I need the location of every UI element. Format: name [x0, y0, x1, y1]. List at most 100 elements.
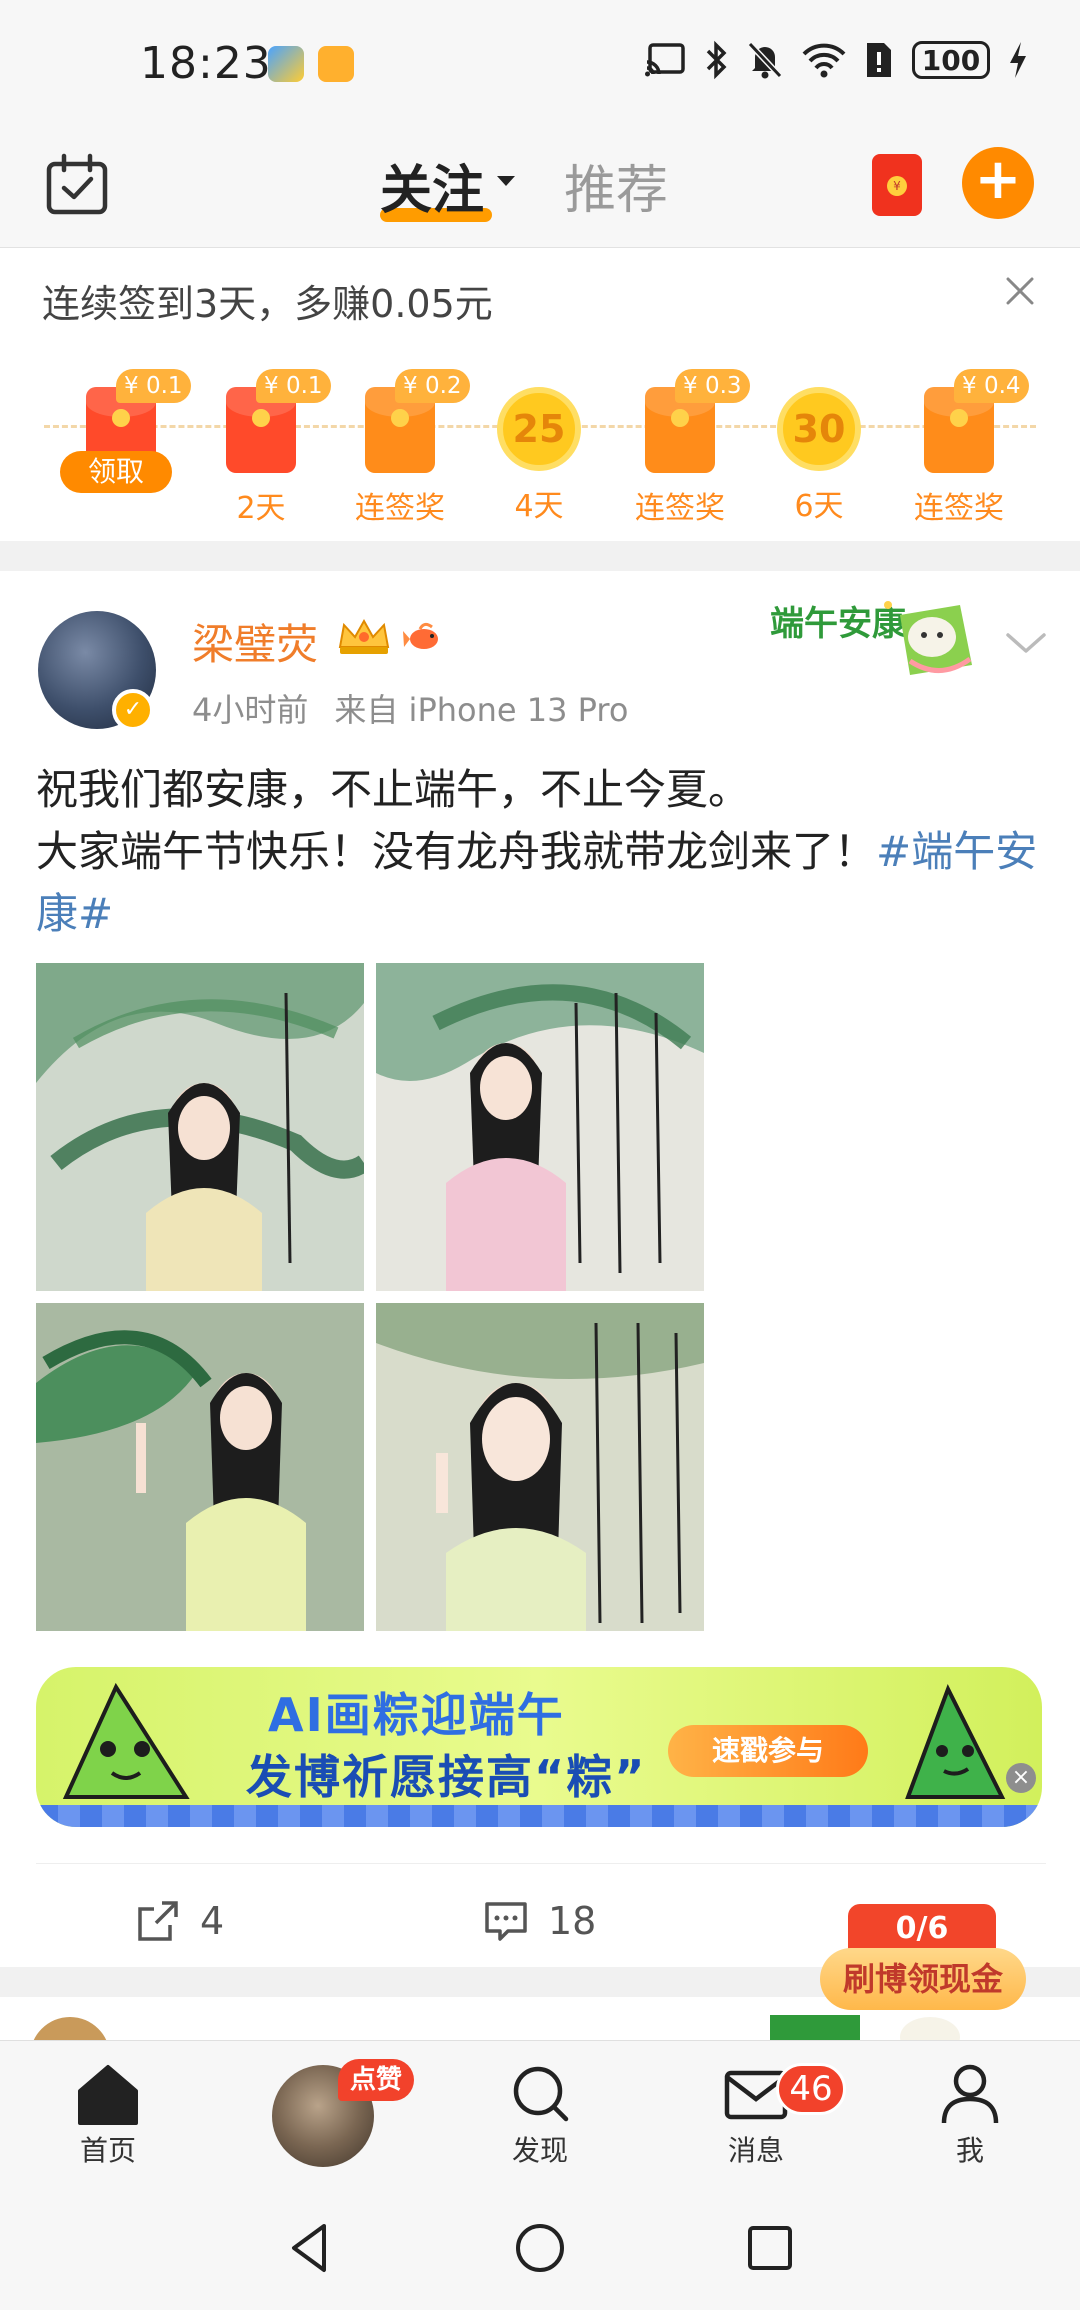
promo-title: AI画粽迎端午	[268, 1688, 565, 1742]
checkin-day-3[interactable]: ¥ 0.2 连签奖	[345, 369, 470, 527]
day-amount: ¥ 0.1	[256, 369, 331, 403]
red-packet-button[interactable]: ¥	[872, 154, 922, 216]
username[interactable]: 梁璧荧	[192, 611, 318, 672]
home-circle-icon[interactable]	[512, 2220, 568, 2276]
action-divider	[36, 1863, 1046, 1864]
top-nav: 关注 推荐 ¥ +	[0, 128, 1080, 248]
comment-button[interactable]: 18	[482, 1891, 596, 1951]
caret-down-icon[interactable]	[497, 176, 515, 186]
tab-follow[interactable]: 关注	[380, 148, 484, 223]
tab-discover-label: 发现	[511, 2134, 568, 2167]
day-label: 4天	[514, 489, 564, 524]
bluetooth-icon	[706, 40, 727, 80]
tab-recommend[interactable]: 推荐	[564, 148, 668, 223]
image-grid	[36, 963, 704, 1631]
close-icon[interactable]: ×	[1006, 1763, 1036, 1793]
back-icon[interactable]	[282, 2220, 338, 2276]
checkin-card: 连续签到3天，多赚0.05元 ¥ 0.1 领取 ¥ 0.1 2天 ¥ 0.2 连…	[0, 249, 1080, 541]
post-source[interactable]: 来自 iPhone 13 Pro	[334, 691, 628, 729]
post-text: 祝我们都安康，不止端午，不止今夏。 大家端午节快乐！没有龙舟我就带龙剑来了！#端…	[36, 759, 1046, 945]
gold-coin-icon: 25	[497, 387, 581, 471]
vip-crown-icon	[338, 618, 390, 654]
day-label: 连签奖	[635, 491, 725, 526]
day-amount: ¥ 0.3	[675, 369, 750, 403]
post-photo-1[interactable]	[36, 963, 364, 1291]
search-icon	[513, 2066, 569, 2122]
koi-badge-icon	[403, 622, 438, 649]
festival-badge-text: 端午安康	[770, 604, 906, 644]
promo-stripe	[36, 1805, 1042, 1827]
post-text-line-2-body: 大家端午节快乐！没有龙舟我就带龙剑来了！	[36, 827, 877, 876]
mute-bell-icon	[747, 41, 783, 79]
day-label: 连签奖	[914, 491, 1004, 526]
tab-follow-label: 关注	[380, 161, 485, 221]
reward-progress: 0/6	[848, 1904, 996, 1954]
post-photo-3[interactable]	[36, 1303, 364, 1631]
gold-coin-icon: 30	[777, 387, 861, 471]
add-post-button[interactable]: +	[962, 147, 1034, 219]
post-meta: 4小时前 来自 iPhone 13 Pro	[192, 685, 628, 731]
post-photo-2[interactable]	[376, 963, 704, 1291]
comment-count: 18	[548, 1899, 597, 1943]
post-text-line-2: 大家端午节快乐！没有龙舟我就带龙剑来了！#端午安康#	[36, 821, 1046, 945]
checkin-day-1[interactable]: ¥ 0.1 领取	[60, 369, 191, 493]
weibo-app-icon	[318, 46, 354, 82]
feed-post[interactable]: ✓ 梁璧荧 4小时前 来自 iPhone 13 Pro 端午安康 祝我们都安康，不…	[0, 571, 1080, 1967]
calendar-check-icon[interactable]	[44, 152, 110, 218]
day-amount: ¥ 0.4	[954, 369, 1029, 403]
reward-label: 刷博领现金	[820, 1948, 1026, 2010]
share-icon	[138, 1901, 178, 1941]
bottom-tab-bar: 首页 点赞 发现 消息 46 我	[0, 2040, 1080, 2190]
tab-me[interactable]: 我	[910, 2063, 1030, 2169]
post-photo-4[interactable]	[376, 1303, 704, 1631]
tab-messages-label: 消息	[727, 2134, 784, 2167]
post-text-line-1: 祝我们都安康，不止端午，不止今夏。	[36, 765, 751, 814]
wifi-icon	[802, 43, 846, 78]
cast-icon	[645, 43, 685, 77]
checkin-day-5[interactable]: ¥ 0.3 连签奖	[625, 369, 750, 527]
day-label: 2天	[236, 491, 286, 526]
battery-level: 100	[921, 43, 981, 77]
promo-banner[interactable]: AI画粽迎端午 发博祈愿接高“粽” 速戳参与 ×	[36, 1667, 1042, 1827]
close-icon[interactable]	[1000, 271, 1040, 311]
sim-alert-icon	[867, 43, 891, 77]
chevron-down-icon[interactable]	[1004, 627, 1048, 657]
repost-button[interactable]: 4	[134, 1891, 224, 1951]
feed-separator	[0, 541, 1080, 571]
tab-home[interactable]: 首页	[48, 2063, 168, 2169]
charging-icon	[1010, 42, 1026, 78]
repost-count: 4	[200, 1899, 225, 1943]
tab-home-label: 首页	[79, 2134, 136, 2167]
day-label: 6天	[794, 489, 844, 524]
tab-me-label: 我	[955, 2134, 984, 2167]
comment-icon	[485, 1902, 527, 1941]
promo-subtitle: 发博祈愿接高“粽”	[246, 1750, 647, 1804]
status-icons: 100	[644, 40, 1028, 80]
weather-app-icon	[268, 46, 304, 82]
checkin-day-4[interactable]: 25 4天	[484, 369, 594, 525]
cash-reward-widget[interactable]: 0/6 刷博领现金	[820, 1904, 1026, 2022]
like-bubble: 点赞	[338, 2059, 415, 2101]
battery-indicator: 100	[912, 41, 990, 79]
message-badge: 46	[776, 2063, 846, 2115]
checkin-day-6[interactable]: 30 6天	[764, 369, 874, 525]
day-amount: ¥ 0.2	[395, 369, 470, 403]
recents-icon[interactable]	[742, 2220, 798, 2276]
promo-join-button[interactable]: 速戳参与	[668, 1725, 868, 1777]
tab-discover[interactable]: 发现	[480, 2063, 600, 2169]
zongzi-mascot-icon	[905, 1683, 1006, 1799]
dragon-boat-festival-badge: 端午安康	[770, 601, 972, 675]
claim-button[interactable]: 领取	[60, 451, 172, 493]
status-time: 18:23	[140, 38, 272, 89]
status-bar: 18:23 100	[0, 0, 1080, 128]
day-amount: ¥ 0.1	[116, 369, 191, 403]
checkin-day-7[interactable]: ¥ 0.4 连签奖	[904, 369, 1029, 527]
user-icon	[941, 2064, 999, 2124]
checkin-title: 连续签到3天，多赚0.05元	[42, 282, 493, 326]
system-nav-bar	[0, 2190, 1080, 2310]
post-time: 4小时前	[192, 691, 309, 729]
checkin-day-2[interactable]: ¥ 0.1 2天	[206, 369, 331, 527]
zongzi-mascot-icon	[62, 1682, 190, 1799]
yuan-coin-icon: ¥	[887, 176, 907, 196]
home-icon	[78, 2065, 138, 2125]
